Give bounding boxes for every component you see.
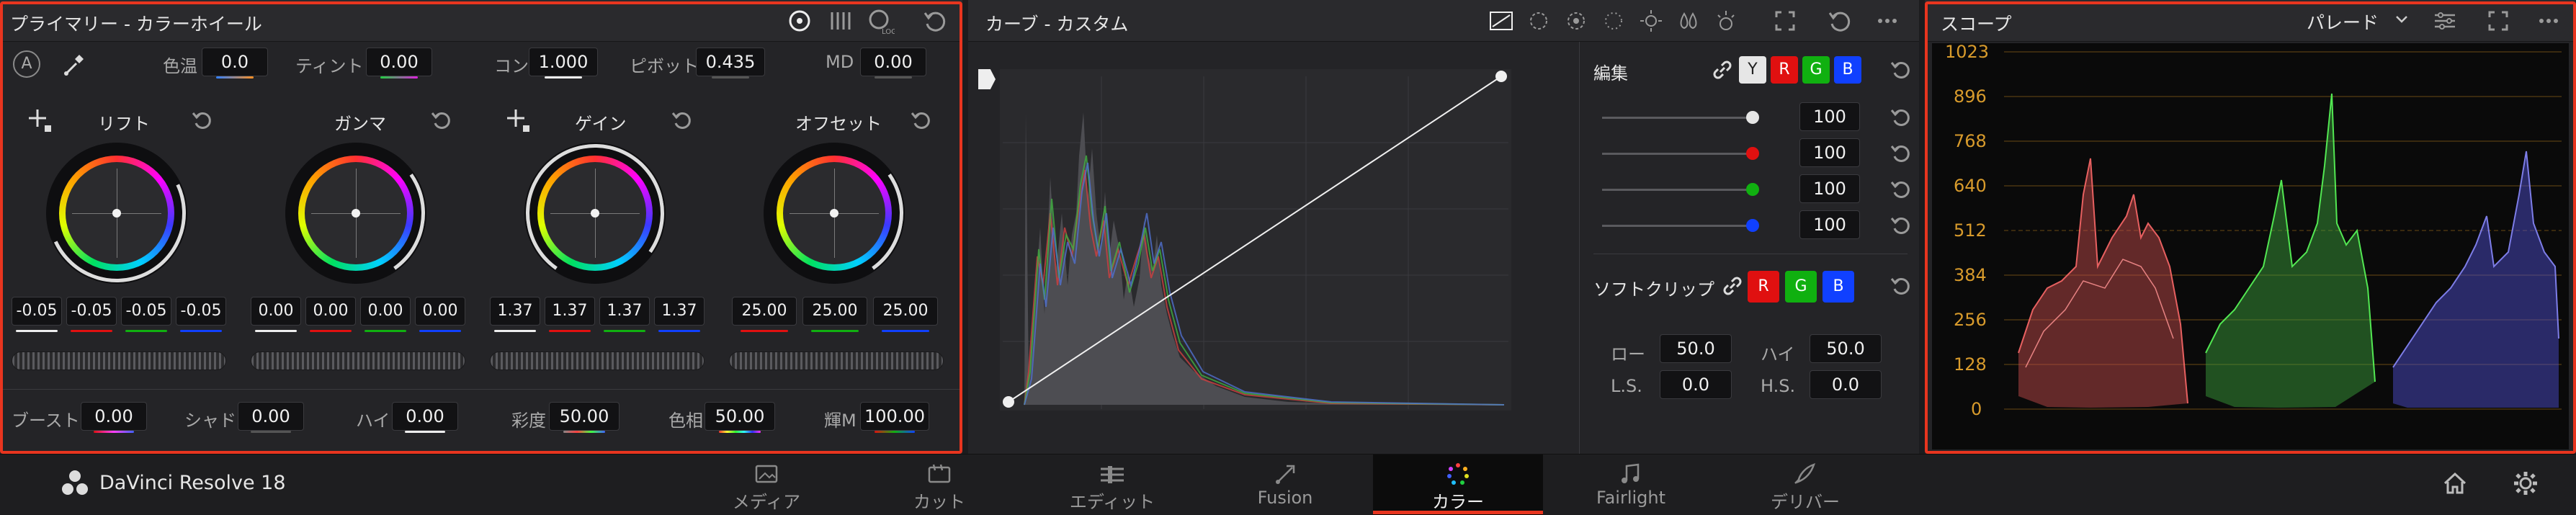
low-label: ロー bbox=[1611, 344, 1645, 364]
hs-value[interactable]: 0.0 bbox=[1810, 370, 1882, 399]
edit-label: 編集 bbox=[1593, 63, 1628, 84]
page-tab-fusion[interactable]: Fusion bbox=[1249, 454, 1321, 515]
r-intensity-slider[interactable] bbox=[1602, 147, 1759, 160]
curve-graph[interactable] bbox=[1000, 69, 1511, 411]
curves-more-icon[interactable] bbox=[1873, 6, 1902, 35]
softclip-g-chip[interactable]: G bbox=[1785, 271, 1817, 303]
hue-vs-lum-icon[interactable] bbox=[1599, 6, 1628, 35]
ls-label: L.S. bbox=[1611, 376, 1642, 396]
high-label: ハイ bbox=[1761, 344, 1795, 364]
gear-icon[interactable] bbox=[2511, 469, 2540, 498]
g-intensity-value[interactable]: 100 bbox=[1799, 174, 1860, 203]
color-page-icon bbox=[1444, 462, 1472, 486]
low-value[interactable]: 50.0 bbox=[1660, 334, 1732, 363]
color-page-label: カラー bbox=[1432, 492, 1484, 512]
high-value[interactable]: 50.0 bbox=[1810, 334, 1882, 363]
home-icon[interactable] bbox=[2441, 469, 2469, 498]
fairlight-page-label: Fairlight bbox=[1596, 488, 1666, 508]
curves-expand-icon[interactable] bbox=[1771, 6, 1799, 35]
page-tab-color[interactable]: カラー bbox=[1373, 454, 1543, 515]
fairlight-page-icon bbox=[1616, 462, 1645, 486]
b-intensity-reset-icon[interactable] bbox=[1889, 213, 1913, 238]
lum-vs-sat-icon[interactable] bbox=[1637, 6, 1665, 35]
b-intensity-slider[interactable] bbox=[1602, 219, 1759, 232]
davinci-logo-icon bbox=[59, 469, 91, 498]
channel-r-chip[interactable]: R bbox=[1771, 56, 1798, 84]
curves-divider bbox=[1579, 42, 1580, 454]
fusion-page-label: Fusion bbox=[1257, 488, 1313, 508]
cut-page-label: カット bbox=[913, 492, 965, 512]
y-intensity-value[interactable]: 100 bbox=[1799, 102, 1860, 131]
media-page-label: メディア bbox=[732, 492, 801, 512]
r-intensity-reset-icon[interactable] bbox=[1889, 141, 1913, 166]
page-navigation-bar: DaVinci Resolve 18 メディア カット エディット Fusion… bbox=[0, 454, 2576, 515]
custom-curve-icon[interactable] bbox=[1487, 6, 1516, 35]
g-intensity-reset-icon[interactable] bbox=[1889, 177, 1913, 202]
page-tab-media[interactable]: メディア bbox=[730, 454, 802, 515]
sat-vs-lum-icon[interactable] bbox=[1712, 6, 1740, 35]
ls-value[interactable]: 0.0 bbox=[1660, 370, 1732, 399]
deliver-page-label: デリバー bbox=[1771, 492, 1840, 512]
softclip-r-chip[interactable]: R bbox=[1748, 271, 1779, 303]
g-intensity-slider[interactable] bbox=[1602, 183, 1759, 196]
cut-page-icon bbox=[925, 462, 954, 486]
softclip-label: ソフトクリップ bbox=[1593, 279, 1714, 300]
curves-title: カーブ - カスタム bbox=[985, 14, 1129, 35]
scope-highlight-frame bbox=[1925, 1, 2576, 454]
y-intensity-slider[interactable] bbox=[1602, 111, 1759, 124]
curves-reset-icon[interactable] bbox=[1825, 6, 1854, 35]
edit-page-label: エディット bbox=[1069, 492, 1155, 512]
page-tab-cut[interactable]: カット bbox=[903, 454, 975, 515]
page-tab-edit[interactable]: エディット bbox=[1069, 454, 1155, 515]
hue-vs-hue-icon[interactable] bbox=[1524, 6, 1553, 35]
channel-y-chip[interactable]: Y bbox=[1739, 56, 1766, 84]
app-name: DaVinci Resolve 18 bbox=[99, 472, 286, 494]
hue-vs-sat-icon[interactable] bbox=[1562, 6, 1591, 35]
softclip-b-chip[interactable]: B bbox=[1823, 271, 1854, 303]
link-icon[interactable] bbox=[1710, 58, 1735, 82]
softclip-reset-icon[interactable] bbox=[1889, 274, 1913, 298]
softclip-link-icon[interactable] bbox=[1720, 274, 1745, 298]
b-intensity-value[interactable]: 100 bbox=[1799, 210, 1860, 239]
channel-b-chip[interactable]: B bbox=[1834, 56, 1861, 84]
curves-panel: カーブ - カスタム 編集 Y R G B 100 100 100 100 ソフ… bbox=[968, 0, 1919, 454]
deliver-page-icon bbox=[1791, 462, 1820, 486]
hs-label: H.S. bbox=[1761, 376, 1796, 396]
sat-vs-sat-icon[interactable] bbox=[1674, 6, 1703, 35]
edit-page-icon bbox=[1098, 462, 1127, 486]
r-intensity-value[interactable]: 100 bbox=[1799, 138, 1860, 167]
active-page-underline bbox=[1373, 511, 1543, 514]
edit-reset-icon[interactable] bbox=[1889, 58, 1913, 82]
fusion-page-icon bbox=[1271, 462, 1300, 486]
primary-highlight-frame bbox=[0, 1, 962, 454]
page-tab-fairlight[interactable]: Fairlight bbox=[1588, 454, 1674, 515]
curve-top-marker[interactable] bbox=[978, 69, 996, 89]
channel-g-chip[interactable]: G bbox=[1802, 56, 1830, 84]
page-tab-deliver[interactable]: デリバー bbox=[1762, 454, 1848, 515]
curves-header: カーブ - カスタム bbox=[968, 0, 1919, 42]
media-page-icon bbox=[752, 462, 781, 486]
y-intensity-reset-icon[interactable] bbox=[1889, 105, 1913, 130]
